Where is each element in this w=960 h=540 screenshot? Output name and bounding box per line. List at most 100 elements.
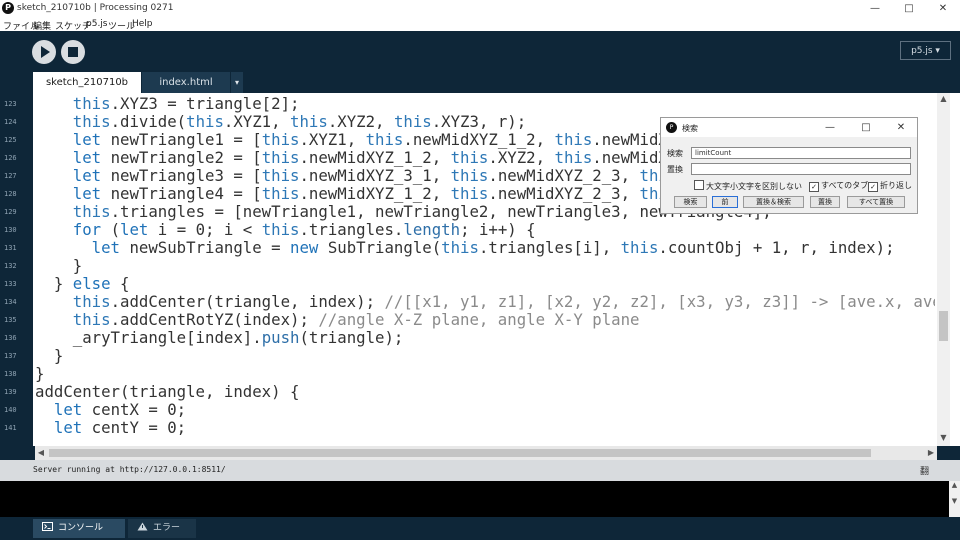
tab-sketch[interactable]: sketch_210710b — [33, 72, 141, 93]
line-number: 124 — [4, 118, 17, 126]
line-number: 130 — [4, 226, 17, 234]
code-line[interactable]: } — [35, 257, 82, 275]
code-line[interactable]: for (let i = 0; i < this.triangles.lengt… — [35, 221, 536, 239]
scroll-left-icon[interactable]: ◀ — [35, 446, 47, 460]
wrap-around-checkbox[interactable]: ✓ 折り返し — [868, 180, 912, 192]
checkmark-icon: ✓ — [868, 182, 878, 192]
code-line[interactable]: let centX = 0; — [35, 401, 186, 419]
maximize-button[interactable]: □ — [892, 0, 926, 17]
code-line[interactable]: addCenter(triangle, index) { — [35, 383, 299, 401]
console-area[interactable]: ▲ ▼ — [0, 481, 960, 517]
checkmark-icon: ✓ — [809, 182, 819, 192]
tab-console-label: コンソール — [58, 523, 104, 533]
line-number: 125 — [4, 136, 17, 144]
menu-help[interactable]: Help — [132, 19, 153, 29]
find-dialog-titlebar[interactable]: P 検索 — □ ✕ — [661, 118, 917, 137]
stop-button[interactable] — [61, 40, 85, 64]
processing-logo-icon: P — [666, 122, 677, 133]
search-input[interactable]: limitCount — [691, 147, 911, 159]
line-number: 131 — [4, 244, 17, 252]
wrap-around-label: 折り返し — [880, 181, 912, 190]
title-bar: P sketch_210710b | Processing 0271 — □ ✕ — [0, 0, 960, 17]
line-number-gutter: 123 124 125 126 127 128 129 130 131 132 … — [0, 93, 33, 446]
replace-input[interactable] — [691, 163, 911, 175]
line-number: 141 — [4, 424, 17, 432]
line-number: 135 — [4, 316, 17, 324]
replace-label: 置換 — [667, 165, 683, 174]
find-maximize-button[interactable]: □ — [855, 120, 877, 135]
horizontal-scrollbar[interactable]: ◀ ▶ — [35, 446, 937, 460]
line-number: 136 — [4, 334, 17, 342]
tab-console[interactable]: コンソール — [33, 519, 125, 538]
menu-bar: ファイル 編集 スケッチ p5.js ツール Help — [0, 17, 960, 32]
line-number: 123 — [4, 100, 17, 108]
line-number: 129 — [4, 208, 17, 216]
status-bar: Server running at http://127.0.0.1:8511/… — [0, 460, 960, 481]
find-dialog-title: 検索 — [682, 124, 698, 133]
line-number: 133 — [4, 280, 17, 288]
tab-menu-button[interactable]: ▾ — [231, 72, 243, 93]
replace-all-button[interactable]: すべて置換 — [847, 196, 905, 208]
line-number: 128 — [4, 190, 17, 198]
stop-icon — [68, 47, 78, 57]
close-button[interactable]: ✕ — [926, 0, 960, 17]
console-scrollbar[interactable]: ▲ ▼ — [949, 481, 960, 517]
code-line[interactable]: this.addCentRotYZ(index); //angle X-Z pl… — [35, 311, 640, 329]
ignore-case-label: 大文字小文字を区別しない — [706, 182, 802, 191]
play-icon — [41, 46, 50, 58]
replace-and-find-button[interactable]: 置換＆検索 — [743, 196, 804, 208]
toolbar — [0, 31, 960, 72]
tab-index-html[interactable]: index.html — [142, 72, 230, 93]
menu-mode[interactable]: p5.js — [86, 19, 108, 29]
code-line[interactable]: this.addCenter(triangle, index); //[[x1,… — [35, 293, 935, 311]
code-line[interactable]: let newTriangle4 = [this.newMidXYZ_1_2, … — [35, 185, 687, 203]
line-number: 138 — [4, 370, 17, 378]
line-number: 126 — [4, 154, 17, 162]
minimize-button[interactable]: — — [858, 0, 892, 17]
code-line[interactable]: let newTriangle2 = [this.newMidXYZ_1_2, … — [35, 149, 687, 167]
all-tabs-label: すべてのタブ — [821, 181, 869, 190]
find-previous-button[interactable]: 前 — [712, 196, 738, 208]
line-number: 139 — [4, 388, 17, 396]
status-message: Server running at http://127.0.0.1:8511/ — [33, 465, 226, 474]
code-line[interactable]: this.divide(this.XYZ1, this.XYZ2, this.X… — [35, 113, 526, 131]
horizontal-scrollbar-thumb[interactable] — [49, 449, 871, 457]
window-title: sketch_210710b | Processing 0271 — [17, 3, 174, 13]
line-number: 134 — [4, 298, 17, 306]
find-dialog: P 検索 — □ ✕ 検索 limitCount 置換 大文字小文字を区別しない… — [660, 117, 918, 214]
terminal-icon — [42, 522, 53, 531]
scroll-right-icon[interactable]: ▶ — [925, 446, 937, 460]
code-line[interactable]: let newSubTriangle = new SubTriangle(thi… — [35, 239, 895, 257]
tab-errors[interactable]: エラー — [128, 519, 196, 538]
tab-bar: sketch_210710b index.html ▾ — [0, 72, 960, 93]
warning-icon — [137, 522, 148, 531]
code-line[interactable]: } — [35, 365, 44, 383]
code-line[interactable]: } — [35, 347, 63, 365]
line-number: 140 — [4, 406, 17, 414]
code-line[interactable]: let centY = 0; — [35, 419, 186, 437]
scroll-down-icon[interactable]: ▼ — [937, 433, 950, 443]
code-line[interactable]: } else { — [35, 275, 130, 293]
line-number: 132 — [4, 262, 17, 270]
status-icon[interactable]: 翻 — [920, 464, 929, 477]
tab-errors-label: エラー — [153, 523, 181, 533]
find-minimize-button[interactable]: — — [819, 120, 841, 135]
find-next-button[interactable]: 検索 — [674, 196, 707, 208]
scrollbar-thumb[interactable] — [939, 311, 948, 341]
processing-logo-icon: P — [2, 2, 14, 14]
run-button[interactable] — [32, 40, 56, 64]
mode-selector[interactable]: p5.js ▾ — [900, 41, 951, 60]
console-tab-bar: コンソール エラー — [0, 517, 960, 540]
search-label: 検索 — [667, 149, 683, 158]
all-tabs-checkbox[interactable]: ✓ すべてのタブ — [809, 180, 868, 192]
code-line[interactable]: let newTriangle3 = [this.newMidXYZ_3_1, … — [35, 167, 687, 185]
find-close-button[interactable]: ✕ — [890, 120, 912, 135]
vertical-scrollbar[interactable]: ▲ ▼ — [937, 93, 950, 446]
line-number: 127 — [4, 172, 17, 180]
code-line[interactable]: let newTriangle1 = [this.XYZ1, this.newM… — [35, 131, 687, 149]
ignore-case-checkbox[interactable]: 大文字小文字を区別しない — [694, 180, 802, 192]
code-line[interactable]: _aryTriangle[index].push(triangle); — [35, 329, 404, 347]
scroll-up-icon[interactable]: ▲ — [937, 94, 950, 104]
code-line[interactable]: this.XYZ3 = triangle[2]; — [35, 95, 300, 113]
replace-button[interactable]: 置換 — [810, 196, 840, 208]
